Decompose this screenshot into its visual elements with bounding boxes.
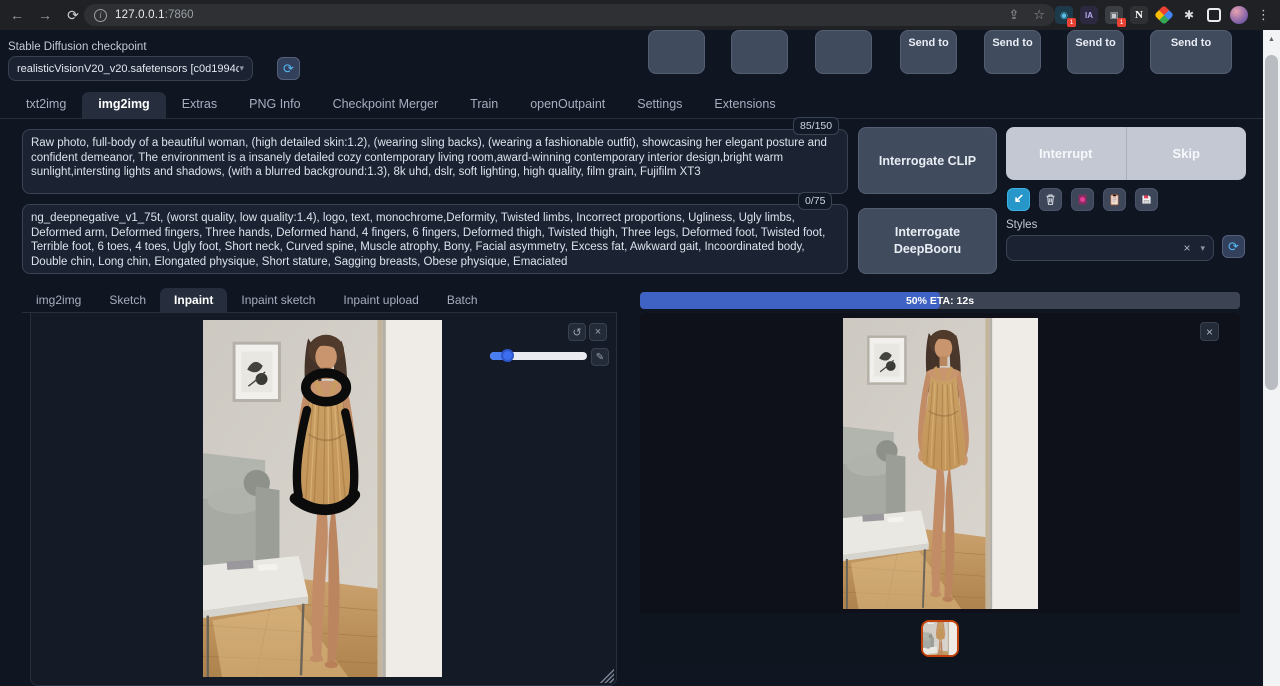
result-image[interactable] xyxy=(843,318,1038,609)
prompt-input[interactable]: Raw photo, full-body of a beautiful woma… xyxy=(22,129,848,194)
refresh-checkpoint-button[interactable]: ⟳ xyxy=(277,57,300,80)
tab-train[interactable]: Train xyxy=(454,92,514,118)
send-to-inpaint-button[interactable]: Send to xyxy=(984,30,1041,74)
checkpoint-dropdown[interactable]: realisticVisionV20_v20.safetensors [c0d1… xyxy=(8,56,253,81)
progress-bar: 50% ETA: 12s xyxy=(640,292,1240,309)
extension-badge: 1 xyxy=(1117,18,1126,27)
negative-token-counter: 0/75 xyxy=(798,192,832,210)
tabs-divider xyxy=(0,118,1263,119)
inpaint-canvas-image[interactable] xyxy=(203,320,442,677)
tab-window-icon[interactable] xyxy=(1205,6,1223,24)
resize-grip[interactable] xyxy=(600,669,614,683)
screen: ← → ⟳ i 127.0.0.1 :7860 ⇪ ☆ ◉1 IA ▣1 N ✱… xyxy=(0,0,1280,686)
brush-icon[interactable]: ✎ xyxy=(591,348,609,366)
back-icon[interactable]: ← xyxy=(6,4,28,26)
gallery-thumbnails xyxy=(640,613,1240,663)
subtab-inpaint[interactable]: Inpaint xyxy=(160,288,227,312)
send-to-openoutpaint-button[interactable]: Send to xyxy=(1150,30,1232,74)
colorful-extension-icon[interactable] xyxy=(1155,6,1173,24)
subtab-sketch[interactable]: Sketch xyxy=(95,288,160,312)
tab-openoutpaint[interactable]: openOutpaint xyxy=(514,92,621,118)
extension-icon[interactable]: ◉1 xyxy=(1055,6,1073,24)
negative-prompt-input[interactable]: ng_deepnegative_v1_75t, (worst quality, … xyxy=(22,204,848,274)
tab-img2img[interactable]: img2img xyxy=(82,92,165,118)
subtab-batch[interactable]: Batch xyxy=(433,288,492,312)
subtab-inpaint-sketch[interactable]: Inpaint sketch xyxy=(227,288,329,312)
undo-icon[interactable]: ↺ xyxy=(568,323,586,341)
bookmark-star-icon[interactable]: ☆ xyxy=(1033,7,1045,23)
checkpoint-label: Stable Diffusion checkpoint xyxy=(8,41,147,53)
profile-avatar[interactable] xyxy=(1230,6,1248,24)
tab-txt2img[interactable]: txt2img xyxy=(10,92,82,118)
tab-settings[interactable]: Settings xyxy=(621,92,698,118)
clear-prompt-trash-icon[interactable] xyxy=(1039,188,1062,211)
styles-label: Styles xyxy=(1006,219,1037,231)
checkpoint-value: realisticVisionV20_v20.safetensors [c0d1… xyxy=(17,63,239,75)
scrollbar-up-icon[interactable]: ▲ xyxy=(1268,36,1275,43)
tab-extensions[interactable]: Extensions xyxy=(698,92,791,118)
share-icon[interactable]: ⇪ xyxy=(1008,7,1019,23)
prompt-token-counter: 85/150 xyxy=(793,117,839,135)
main-tabs: txt2img img2img Extras PNG Info Checkpoi… xyxy=(10,92,792,118)
close-gallery-icon[interactable]: × xyxy=(1200,322,1219,341)
extension-badge: 1 xyxy=(1067,18,1076,27)
brush-slider-handle[interactable] xyxy=(501,349,514,362)
save-button[interactable] xyxy=(731,30,788,74)
send-to-extras-button[interactable]: Send to xyxy=(1067,30,1124,74)
img2img-mode-tabs: img2img Sketch Inpaint Inpaint sketch In… xyxy=(22,288,492,312)
stop-button-group: Interrupt Skip xyxy=(1006,127,1246,180)
styles-dropdown[interactable]: × ▾ xyxy=(1006,235,1214,261)
interrogate-clip-button[interactable]: Interrogate CLIP xyxy=(858,127,997,194)
extra-networks-card-icon[interactable] xyxy=(1071,188,1094,211)
gallery-thumbnail-selected[interactable] xyxy=(921,620,959,657)
browser-menu-icon[interactable]: ⋮ xyxy=(1255,7,1272,23)
url-host: 127.0.0.1 xyxy=(115,9,165,21)
webui-page: Stable Diffusion checkpoint realisticVis… xyxy=(0,30,1263,686)
extensions-area: ◉1 IA ▣1 N ✱ ⋮ xyxy=(1055,0,1272,30)
open-folder-button[interactable] xyxy=(648,30,705,74)
url-port: :7860 xyxy=(165,9,194,21)
inpaint-panel: ↺ × ✎ xyxy=(30,313,617,686)
browser-toolbar: ← → ⟳ i 127.0.0.1 :7860 ⇪ ☆ ◉1 IA ▣1 N ✱… xyxy=(0,0,1280,30)
forward-icon[interactable]: → xyxy=(34,4,56,26)
tab-checkpoint-merger[interactable]: Checkpoint Merger xyxy=(317,92,455,118)
skip-button[interactable]: Skip xyxy=(1126,127,1247,180)
scrollbar-thumb[interactable] xyxy=(1265,55,1278,390)
remove-image-icon[interactable]: × xyxy=(589,323,607,341)
subtab-img2img[interactable]: img2img xyxy=(22,288,95,312)
interrogate-deepbooru-button[interactable]: Interrogate DeepBooru xyxy=(858,208,997,274)
refresh-styles-button[interactable]: ⟳ xyxy=(1222,235,1245,258)
prompt-tools xyxy=(1007,188,1158,211)
chevron-down-icon: ▾ xyxy=(239,63,244,74)
extension-ia-icon[interactable]: IA xyxy=(1080,6,1098,24)
tab-png-info[interactable]: PNG Info xyxy=(233,92,316,118)
interrupt-button[interactable]: Interrupt xyxy=(1006,127,1126,180)
chevron-down-icon: ▾ xyxy=(1200,243,1205,254)
brush-size-slider[interactable] xyxy=(490,352,587,360)
output-gallery: × xyxy=(640,313,1240,663)
site-info-icon[interactable]: i xyxy=(94,9,107,22)
subtab-inpaint-upload[interactable]: Inpaint upload xyxy=(329,288,432,312)
reload-icon[interactable]: ⟳ xyxy=(62,4,84,26)
clear-styles-icon[interactable]: × xyxy=(1183,241,1190,255)
progress-label: 50% ETA: 12s xyxy=(640,292,1240,309)
page-scrollbar[interactable]: ▲ xyxy=(1263,30,1280,686)
save-style-floppy-icon[interactable] xyxy=(1135,188,1158,211)
zip-button[interactable] xyxy=(815,30,872,74)
apply-styles-clipboard-icon[interactable] xyxy=(1103,188,1126,211)
extension-icon[interactable]: ▣1 xyxy=(1105,6,1123,24)
notion-extension-icon[interactable]: N xyxy=(1130,6,1148,24)
paste-params-icon[interactable] xyxy=(1007,188,1030,211)
extensions-puzzle-icon[interactable]: ✱ xyxy=(1180,6,1198,24)
tab-extras[interactable]: Extras xyxy=(166,92,233,118)
send-to-img2img-button[interactable]: Send to xyxy=(900,30,957,74)
url-bar[interactable]: i 127.0.0.1 :7860 ⇪ ☆ xyxy=(84,4,1055,26)
